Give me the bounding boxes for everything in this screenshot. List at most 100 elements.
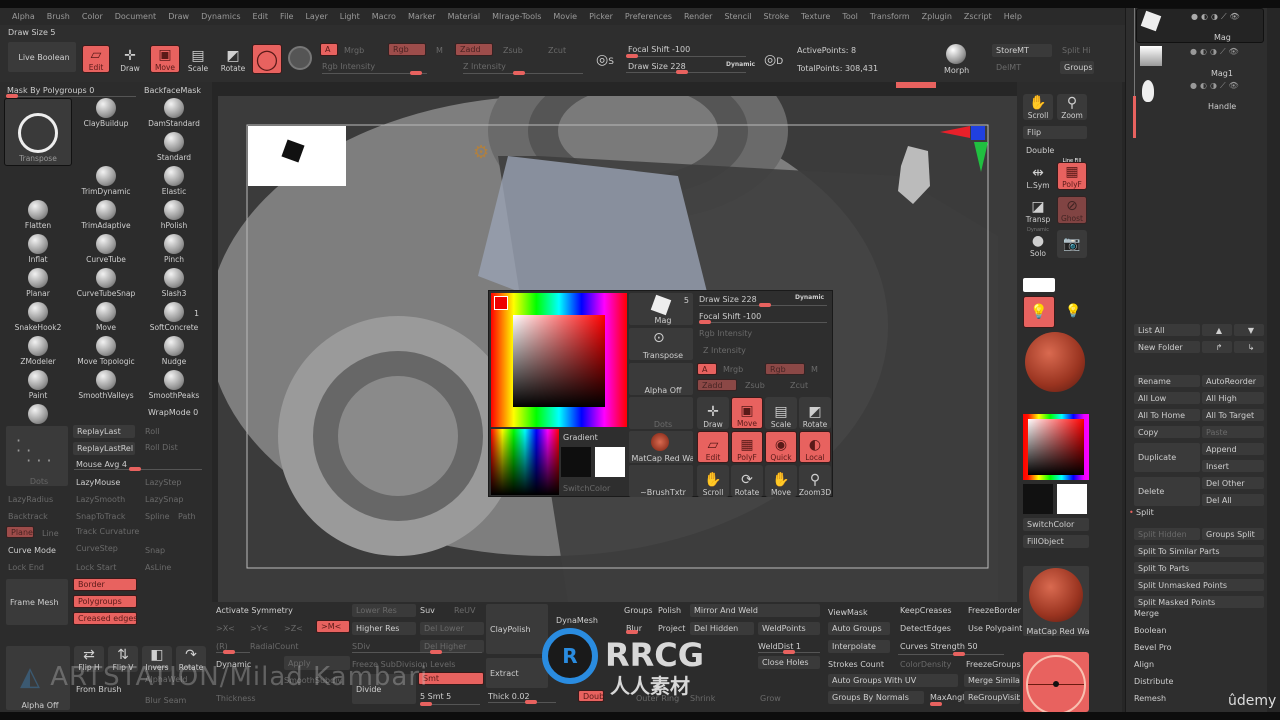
reuv-control[interactable]: ReUV [454, 606, 475, 615]
bevel-pro-section-header[interactable]: Bevel Pro [1134, 643, 1172, 652]
menu-document[interactable]: Document [109, 12, 162, 21]
menu-file[interactable]: File [274, 12, 299, 21]
del-hidden-control[interactable]: Del Hidden [690, 622, 754, 635]
popup-polyf-button[interactable]: ▦ PolyF [731, 431, 763, 463]
focal-shift-slider[interactable] [626, 54, 746, 58]
split-parts-button[interactable]: Split To Parts [1134, 562, 1264, 574]
subtool-scrollbar[interactable] [1133, 96, 1136, 138]
line-button[interactable]: Line [42, 529, 59, 538]
z-control[interactable]: >Z< [284, 624, 303, 633]
curves-strength-control[interactable]: Curves Strength 50 [900, 642, 978, 651]
polygroups-button[interactable]: Polygroups [73, 595, 137, 608]
matcap-button[interactable]: MatCap Red Wa [1023, 566, 1089, 636]
suv-control[interactable]: Suv [420, 606, 435, 615]
welddist-control[interactable]: WeldDist 1 [758, 642, 801, 651]
lazystep-slider[interactable]: LazyStep [145, 478, 182, 487]
path-button[interactable]: Path [178, 512, 196, 521]
popup-move2-button[interactable]: ✋ Move [765, 465, 797, 497]
double-control[interactable]: Double [578, 690, 604, 702]
delmt-button[interactable]: DelMT [992, 61, 1052, 74]
colordensity-control[interactable]: ColorDensity [900, 660, 951, 669]
slider-track[interactable] [216, 650, 250, 654]
up-button[interactable]: ▲ [1202, 324, 1232, 336]
popup-z-intensity[interactable]: Z Intensity [703, 346, 746, 355]
popup-rotate-button[interactable]: ◩ Rotate [799, 397, 831, 429]
brush-standard[interactable]: Standard [140, 132, 208, 166]
freezegroups-control[interactable]: FreezeGroups [966, 660, 1021, 669]
new-folder-button[interactable]: New Folder [1134, 341, 1200, 353]
spotlight-icon[interactable] [288, 46, 312, 70]
rgb-intensity-slider[interactable] [322, 71, 427, 75]
track-curvature-slider[interactable]: Track Curvature [76, 527, 139, 536]
slider-track[interactable] [898, 652, 1004, 656]
thickness-control[interactable]: Thickness [216, 694, 256, 703]
lazysnap-slider[interactable]: LazySnap [145, 495, 183, 504]
remesh-section-header[interactable]: Remesh [1134, 694, 1166, 703]
slider-track[interactable] [420, 702, 480, 706]
brush-planar[interactable]: Planar [4, 268, 72, 302]
autoreorder-button[interactable]: AutoReorder [1202, 375, 1264, 387]
navigation-gizmo[interactable] [1023, 652, 1089, 715]
interpolate-control[interactable]: Interpolate [828, 640, 890, 653]
list-all-button[interactable]: List All [1134, 324, 1200, 336]
popup-zsub-button[interactable]: Zsub [745, 381, 765, 390]
popup-scroll-button[interactable]: ✋ Scroll [697, 465, 729, 497]
roll-button[interactable]: Roll [145, 427, 160, 436]
menu-macro[interactable]: Macro [366, 12, 402, 21]
popup-tool-mag[interactable]: Mag 5 [629, 293, 693, 325]
popup-alpha-off-button[interactable]: Alpha Off [629, 363, 693, 395]
all-high-button[interactable]: All High [1202, 392, 1264, 404]
lower-res-control[interactable]: Lower Res [352, 604, 416, 617]
shrink-control[interactable]: Shrink [690, 694, 715, 703]
snaptotrack-button[interactable]: SnapToTrack [76, 512, 125, 521]
m-control[interactable]: >M< [316, 620, 350, 633]
subtool-item-mag[interactable]: ●◐◑⟋👁 Mag [1136, 8, 1264, 43]
snap-button[interactable]: Snap [145, 546, 165, 555]
auto-groups-control[interactable]: Auto Groups [828, 622, 890, 635]
popup-local-button[interactable]: ◐ Local [799, 431, 831, 463]
spline-button[interactable]: Spline [145, 512, 170, 521]
popup-m-button[interactable]: M [811, 365, 818, 374]
all-low-button[interactable]: All Low [1134, 392, 1200, 404]
saturation-square[interactable] [513, 315, 605, 407]
higher-res-control[interactable]: Higher Res [352, 622, 416, 635]
brush-smoothvalleys[interactable]: SmoothValleys [72, 370, 140, 404]
popup-scale-button[interactable]: ▤ Scale [765, 397, 797, 429]
menu-movie[interactable]: Movie [547, 12, 583, 21]
fwd-button[interactable]: ↱ [1202, 341, 1232, 353]
visibility-icon[interactable]: ●◐◑⟋👁 [1191, 12, 1243, 22]
wrapmode-slider[interactable]: WrapMode 0 [148, 408, 198, 417]
smt5-control[interactable]: 5 Smt 5 [420, 692, 451, 701]
brush-slash3[interactable]: Slash3 [140, 268, 208, 302]
backface-mask-button[interactable]: BackfaceMask [144, 86, 201, 95]
popup-dynamic-toggle[interactable]: Dynamic [795, 294, 824, 301]
z-intensity-slider[interactable] [463, 71, 583, 75]
mask-by-polygroups-slider[interactable]: Mask By Polygroups 0 [7, 86, 94, 95]
brush-claybuildup[interactable]: ClayBuildup [72, 98, 140, 132]
all-to-target-button[interactable]: All To Target [1202, 409, 1264, 421]
radialcount-control[interactable]: RadialCount [250, 642, 298, 651]
menu-brush[interactable]: Brush [41, 12, 76, 21]
detectedges-control[interactable]: DetectEdges [900, 624, 951, 633]
distribute-section-header[interactable]: Distribute [1134, 677, 1173, 686]
lazymouse-button[interactable]: LazyMouse [76, 478, 120, 487]
visibility-icon[interactable]: ●◐◑⟋👁 [1190, 81, 1242, 91]
menu-help[interactable]: Help [998, 12, 1028, 21]
popup-zadd-button[interactable]: Zadd [697, 379, 737, 391]
backtrack-button[interactable]: Backtrack [8, 512, 48, 521]
brush-softconcrete[interactable]: SoftConcrete [140, 302, 208, 336]
merge-similar-control[interactable]: Merge Similar [964, 674, 1020, 687]
secondary-color-swatch[interactable] [1023, 484, 1053, 514]
solo-button[interactable]: Dynamic ● Solo [1023, 227, 1053, 258]
y-control[interactable]: >Y< [250, 624, 268, 633]
paste-button[interactable]: Paste [1202, 426, 1264, 438]
menu-texture[interactable]: Texture [795, 12, 836, 21]
menu-render[interactable]: Render [678, 12, 718, 21]
popup-secondary-color[interactable] [561, 447, 591, 477]
popup-rgb-intensity[interactable]: Rgb Intensity [699, 329, 752, 338]
menu-marker[interactable]: Marker [402, 12, 442, 21]
claypolish-control[interactable]: ClayPolish [486, 604, 548, 654]
brush-curvetube[interactable]: CurveTube [72, 234, 140, 268]
popup-transpose-button[interactable]: ⊙ Transpose [629, 328, 693, 360]
popup-rotate2-button[interactable]: ⟳ Rotate [731, 465, 763, 497]
